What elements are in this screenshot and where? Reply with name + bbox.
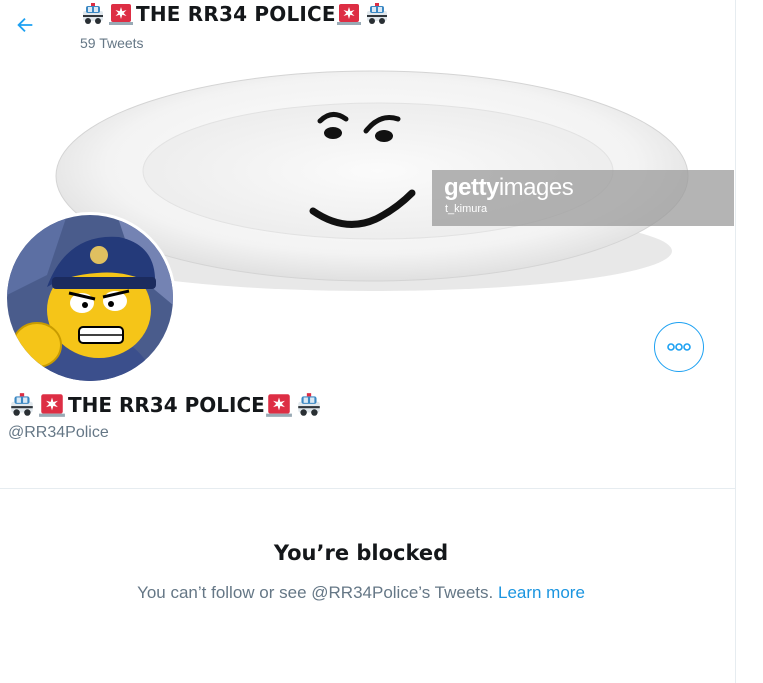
profile-header-bar: THE RR34 POLICE 59 Tweets — [0, 0, 735, 60]
profile-column: THE RR34 POLICE 59 Tweets gettyimages t_… — [0, 0, 736, 683]
blocked-message-text: You can’t follow or see @RR34Police’s Tw… — [137, 583, 494, 602]
blocked-title: You’re blocked — [273, 541, 449, 565]
watermark-credit: t_kimura — [445, 203, 488, 215]
more-options-icon — [667, 343, 691, 351]
police-car-emoji — [11, 393, 33, 416]
header-title-text: THE RR34 POLICE — [136, 2, 336, 26]
learn-more-link[interactable]: Learn more — [498, 583, 585, 602]
header-title: THE RR34 POLICE — [80, 2, 392, 26]
avatar[interactable] — [4, 212, 176, 384]
profile-handle: @RR34Police — [8, 424, 109, 441]
blocked-message: You can’t follow or see @RR34Police’s Tw… — [0, 583, 722, 603]
siren-light-emoji — [39, 394, 65, 417]
police-car-emoji — [83, 3, 103, 24]
divider — [0, 488, 735, 489]
watermark: gettyimages t_kimura — [432, 170, 734, 226]
tweet-count: 59 Tweets — [80, 35, 144, 51]
avatar-image — [7, 215, 173, 381]
back-button[interactable] — [10, 10, 40, 40]
back-arrow-icon — [17, 17, 33, 33]
siren-light-emoji — [265, 394, 292, 417]
watermark-logo: gettyimages — [444, 174, 574, 201]
more-options-button[interactable] — [654, 322, 704, 372]
profile-name-text: THE RR34 POLICE — [68, 393, 265, 417]
siren-light-emoji — [109, 4, 133, 25]
siren-light-emoji — [336, 4, 361, 25]
police-car-emoji — [298, 393, 320, 416]
profile-display-name: THE RR34 POLICE — [8, 392, 325, 418]
police-car-emoji — [366, 3, 387, 24]
